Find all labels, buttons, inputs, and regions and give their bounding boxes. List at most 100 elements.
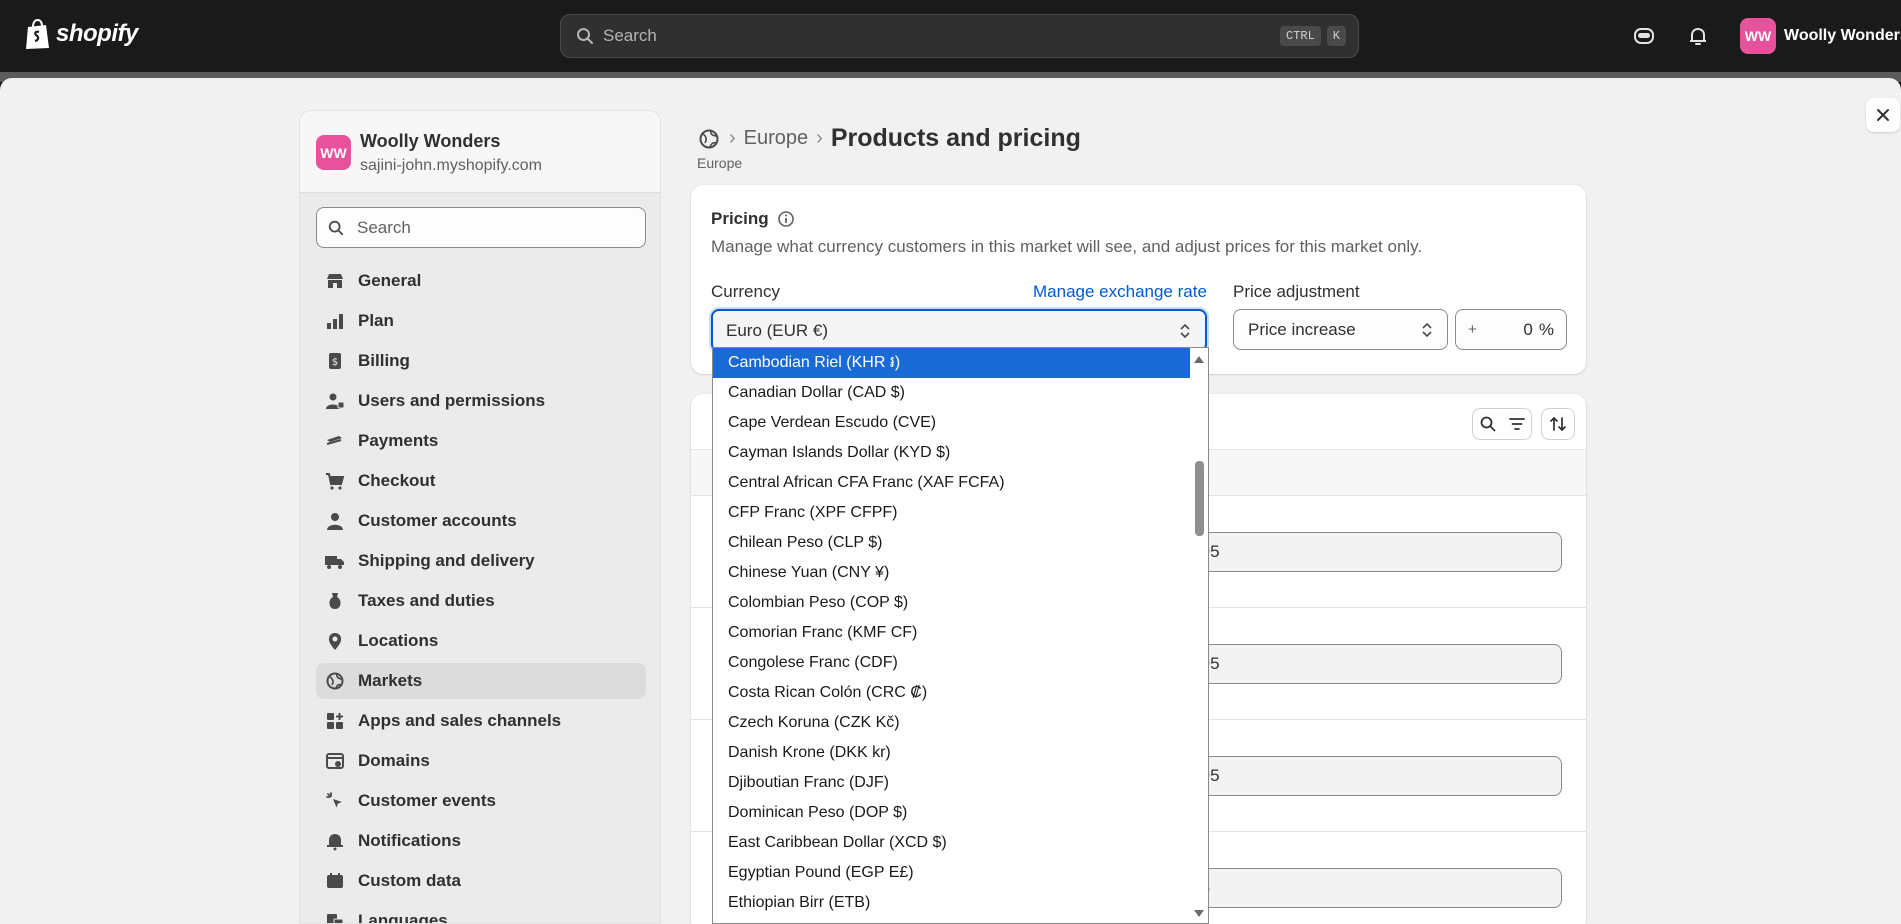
settings-search-placeholder: Search xyxy=(357,217,411,237)
sidebar-item-domains[interactable]: Domains xyxy=(316,743,646,779)
sort-icon xyxy=(1550,416,1566,432)
top-bar: shopify Search CTRL K WW Woolly Wonders xyxy=(0,0,1901,72)
sidebar-item-label: Notifications xyxy=(358,831,461,850)
currency-option[interactable]: Chinese Yuan (CNY ¥) xyxy=(713,558,1191,588)
currency-option[interactable]: Comorian Franc (KMF CF) xyxy=(713,618,1191,648)
pricing-description: Manage what currency customers in this m… xyxy=(711,237,1423,256)
sidebar-item-label: Users and permissions xyxy=(358,391,546,410)
sidebar-item-custom-data[interactable]: Custom data xyxy=(316,863,646,899)
sidekick-icon[interactable] xyxy=(1632,24,1656,48)
adjustment-unit: % xyxy=(1538,319,1554,339)
taxes-icon xyxy=(329,593,341,609)
currency-select-value: Euro (EUR €) xyxy=(726,320,829,340)
currency-dropdown-list[interactable]: Cambodian Riel (KHR ៛) Canadian Dollar (… xyxy=(712,347,1209,924)
sort-button[interactable] xyxy=(1541,408,1575,440)
price-input[interactable]: 28.95 xyxy=(1160,532,1562,572)
sidebar-item-checkout[interactable]: Checkout xyxy=(316,463,646,499)
settings-search-input[interactable]: Search xyxy=(316,207,646,248)
sidebar-item-label: Languages xyxy=(358,911,448,924)
sidebar-item-billing[interactable]: $ Billing xyxy=(316,343,646,379)
currency-option[interactable]: Central African CFA Franc (XAF FCFA) xyxy=(713,468,1191,498)
sidebar-item-languages[interactable]: Languages xyxy=(316,903,646,924)
currency-label: Currency xyxy=(711,282,780,301)
apps-icon xyxy=(327,713,343,729)
currency-option[interactable]: Czech Koruna (CZK Kč) xyxy=(713,708,1191,738)
sidebar-item-shipping[interactable]: Shipping and delivery xyxy=(316,543,646,579)
sidebar-item-locations[interactable]: Locations xyxy=(316,623,646,659)
price-adjustment-value: Price increase xyxy=(1248,319,1356,339)
select-arrows-icon xyxy=(1180,323,1190,338)
dropdown-scrollbar[interactable] xyxy=(1190,348,1208,923)
account-store-name[interactable]: Woolly Wonders xyxy=(1784,27,1901,45)
store-name: Woolly Wonders xyxy=(360,131,501,151)
adjustment-sign: + xyxy=(1468,321,1477,338)
info-icon[interactable] xyxy=(777,210,795,228)
currency-option[interactable]: Canadian Dollar (CAD $) xyxy=(713,378,1191,408)
currency-option[interactable]: Colombian Peso (COP $) xyxy=(713,588,1191,618)
currency-option[interactable]: CFP Franc (XPF CFPF) xyxy=(713,498,1191,528)
scroll-up-arrow-icon[interactable] xyxy=(1193,354,1205,364)
cursor-icon xyxy=(326,792,342,808)
store-header[interactable]: WW Woolly Wonders sajini-john.myshopify.… xyxy=(300,111,660,193)
scrollbar-thumb[interactable] xyxy=(1195,461,1204,536)
sidebar-item-general[interactable]: General xyxy=(316,263,646,299)
adjustment-amount: 0 xyxy=(1523,319,1533,339)
search-filter-button[interactable] xyxy=(1472,408,1532,440)
breadcrumb: › Europe › Products and pricing xyxy=(697,124,1081,153)
currency-option[interactable]: Costa Rican Colón (CRC ₡) xyxy=(713,678,1191,708)
breadcrumb-separator: › xyxy=(816,127,823,149)
price-adjustment-percent-input[interactable]: + 0 % xyxy=(1455,309,1567,350)
payments-icon xyxy=(326,436,342,445)
sidebar-item-users[interactable]: Users and permissions xyxy=(316,383,646,419)
currency-option[interactable]: Cayman Islands Dollar (KYD $) xyxy=(713,438,1191,468)
global-search-input[interactable]: Search CTRL K xyxy=(560,14,1359,58)
store-avatar: WW xyxy=(316,135,351,170)
currency-option[interactable]: Ethiopian Birr (ETB) xyxy=(713,888,1191,918)
currency-option[interactable]: Cape Verdean Escudo (CVE) xyxy=(713,408,1191,438)
account-avatar[interactable]: WW xyxy=(1740,18,1776,54)
sidebar-item-payments[interactable]: Payments xyxy=(316,423,646,459)
price-input[interactable]: 16.95 xyxy=(1160,756,1562,796)
sidebar-item-apps[interactable]: Apps and sales channels xyxy=(316,703,646,739)
sidebar-item-label: Custom data xyxy=(358,871,461,890)
price-input[interactable]: 15.95 xyxy=(1160,644,1562,684)
price-input[interactable]: 3.95 xyxy=(1160,868,1562,908)
sidebar-item-label: Customer accounts xyxy=(358,511,517,530)
shortcut-ctrl-key: CTRL xyxy=(1279,26,1321,46)
globe-icon[interactable] xyxy=(697,127,721,151)
currency-option[interactable]: East Caribbean Dollar (XCD $) xyxy=(713,828,1191,858)
scroll-down-arrow-icon[interactable] xyxy=(1193,909,1205,919)
price-adjustment-select[interactable]: Price increase xyxy=(1233,309,1448,350)
sidebar-item-markets[interactable]: Markets xyxy=(316,663,646,699)
currency-select[interactable]: Euro (EUR €) xyxy=(711,309,1207,352)
sidebar-item-plan[interactable]: Plan xyxy=(316,303,646,339)
currency-option[interactable]: Dominican Peso (DOP $) xyxy=(713,798,1191,828)
shopify-logo[interactable]: shopify xyxy=(24,18,138,50)
plan-icon xyxy=(327,314,343,329)
search-icon xyxy=(1480,416,1496,432)
search-icon xyxy=(328,220,344,235)
currency-option[interactable]: Danish Krone (DKK kr) xyxy=(713,738,1191,768)
currency-option[interactable]: Egyptian Pound (EGP E£) xyxy=(713,858,1191,888)
person-icon xyxy=(327,513,343,530)
currency-option[interactable]: Chilean Peso (CLP $) xyxy=(713,528,1191,558)
currency-option[interactable]: Djiboutian Franc (DJF) xyxy=(713,768,1191,798)
location-icon xyxy=(329,633,341,650)
sidebar-item-label: Shipping and delivery xyxy=(358,551,535,570)
page-title: Products and pricing xyxy=(830,124,1081,152)
currency-option[interactable]: Congolese Franc (CDF) xyxy=(713,648,1191,678)
sidebar-item-customer-accounts[interactable]: Customer accounts xyxy=(316,503,646,539)
sidebar-item-label: Customer events xyxy=(358,791,496,810)
close-icon xyxy=(1877,109,1889,121)
currency-option[interactable]: Cambodian Riel (KHR ៛) xyxy=(713,348,1191,378)
sidebar-item-taxes[interactable]: Taxes and duties xyxy=(316,583,646,619)
sidebar-item-notifications[interactable]: Notifications xyxy=(316,823,646,859)
sidebar-item-label: Locations xyxy=(358,631,439,650)
pricing-title: Pricing xyxy=(711,209,795,229)
close-settings-button[interactable] xyxy=(1866,98,1900,132)
settings-sidebar: WW Woolly Wonders sajini-john.myshopify.… xyxy=(299,110,661,924)
bell-icon[interactable] xyxy=(1686,24,1710,48)
manage-exchange-rate-link[interactable]: Manage exchange rate xyxy=(1033,282,1207,302)
sidebar-item-customer-events[interactable]: Customer events xyxy=(316,783,646,819)
breadcrumb-link-europe[interactable]: Europe xyxy=(744,127,809,150)
